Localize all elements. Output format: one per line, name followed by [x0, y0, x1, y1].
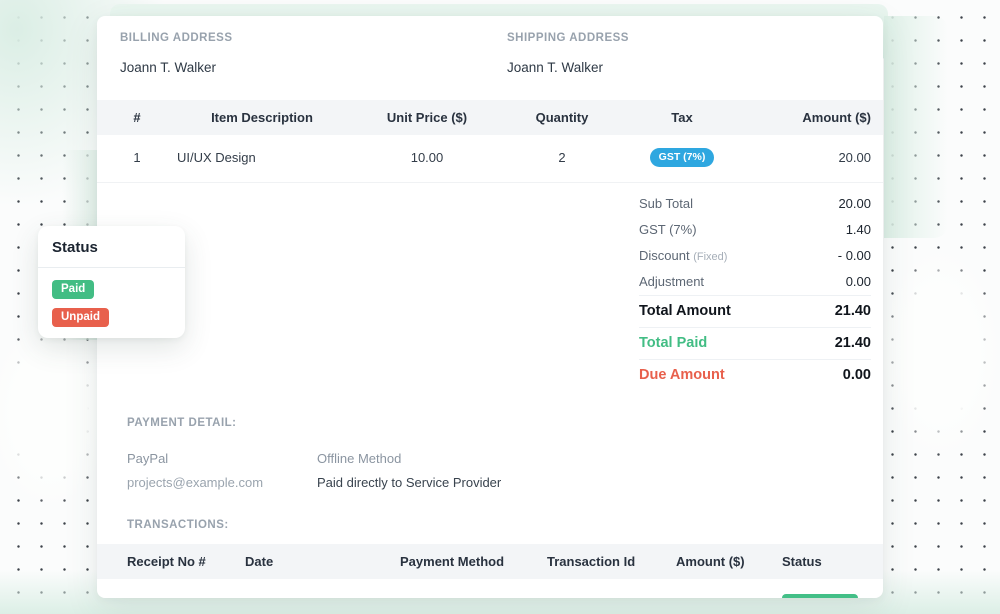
adjustment-value: 0.00 [846, 274, 871, 289]
payment-detail-label: PAYMENT DETAIL: [127, 417, 883, 429]
summary-row-discount: Discount (Fixed) - 0.00 [639, 243, 871, 269]
transaction-status-cell: Successful [782, 579, 883, 598]
adjustment-label: Adjustment [639, 274, 704, 289]
item-description: UI/UX Design [177, 135, 347, 183]
status-filter-card: Status Paid Unpaid [38, 226, 185, 338]
summary-row-subtotal: Sub Total 20.00 [639, 191, 871, 217]
payment-method-name: PayPal [127, 451, 317, 466]
total-amount-value: 21.40 [835, 303, 871, 319]
transaction-status-badge: Successful [782, 594, 858, 598]
gst-label: GST (7%) [639, 222, 697, 237]
col-header-quantity: Quantity [507, 100, 617, 135]
total-paid-value: 21.40 [835, 335, 871, 351]
col-header-amount: Amount ($) [747, 100, 883, 135]
col-header-tax: Tax [617, 100, 747, 135]
col-header-receipt-no: Receipt No # [97, 544, 245, 579]
payment-detail-section: PAYMENT DETAIL: PayPal projects@example.… [97, 391, 883, 490]
invoice-summary: Sub Total 20.00 GST (7%) 1.40 Discount (… [639, 191, 871, 391]
discount-value: - 0.00 [838, 248, 871, 263]
due-amount-label: Due Amount [639, 367, 725, 383]
item-amount: 20.00 [747, 135, 883, 183]
discount-label: Discount [639, 248, 690, 263]
item-number: 1 [97, 135, 177, 183]
transactions-table: Receipt No # Date Payment Method Transac… [97, 544, 883, 598]
transactions-section: TRANSACTIONS: Receipt No # Date Payment … [97, 519, 883, 598]
col-header-payment-method: Payment Method [400, 544, 547, 579]
transaction-amount: 21.40 [676, 579, 782, 598]
item-quantity: 2 [507, 135, 617, 183]
summary-row-total-paid: Total Paid 21.40 [639, 327, 871, 359]
paid-status-badge[interactable]: Paid [52, 280, 94, 299]
shipping-address-label: SHIPPING ADDRESS [507, 32, 629, 44]
summary-row-adjustment: Adjustment 0.00 [639, 269, 871, 295]
transaction-date: 2024-02-07 13:50 [245, 579, 400, 598]
unpaid-status-badge[interactable]: Unpaid [52, 308, 109, 327]
subtotal-value: 20.00 [838, 196, 871, 211]
billing-address-block: BILLING ADDRESS Joann T. Walker [120, 32, 507, 75]
col-header-transaction-id: Transaction Id [547, 544, 676, 579]
summary-row-due-amount: Due Amount 0.00 [639, 359, 871, 391]
transactions-label: TRANSACTIONS: [97, 519, 883, 531]
transaction-id [547, 579, 676, 598]
item-unit-price: 10.00 [347, 135, 507, 183]
items-table: # Item Description Unit Price ($) Quanti… [97, 100, 883, 183]
offline-method-text: Paid directly to Service Provider [317, 475, 501, 490]
invoice-card: BILLING ADDRESS Joann T. Walker SHIPPING… [97, 16, 883, 598]
addresses-section: BILLING ADDRESS Joann T. Walker SHIPPING… [97, 16, 883, 75]
shipping-address-name: Joann T. Walker [507, 60, 629, 75]
transactions-header-row: Receipt No # Date Payment Method Transac… [97, 544, 883, 579]
discount-type-suffix: (Fixed) [693, 251, 727, 263]
due-amount-value: 0.00 [843, 367, 871, 383]
receipt-number-link[interactable]: PAY-000032 [127, 597, 198, 598]
item-row: 1 UI/UX Design 10.00 2 GST (7%) 20.00 [97, 135, 883, 183]
transaction-payment-method: PayPal [400, 579, 547, 598]
summary-row-total-amount: Total Amount 21.40 [639, 295, 871, 327]
offline-method-label: Offline Method [317, 451, 501, 466]
gst-tax-badge: GST (7%) [650, 148, 715, 167]
transaction-row: PAY-000032 2024-02-07 13:50 PayPal 21.40… [97, 579, 883, 598]
col-header-description: Item Description [177, 100, 347, 135]
subtotal-label: Sub Total [639, 196, 693, 211]
col-header-tx-amount: Amount ($) [676, 544, 782, 579]
offline-method-block: Offline Method Paid directly to Service … [317, 451, 501, 490]
payment-method-account: projects@example.com [127, 475, 317, 490]
col-header-unit-price: Unit Price ($) [347, 100, 507, 135]
status-card-title: Status [38, 226, 185, 267]
col-header-status: Status [782, 544, 883, 579]
item-tax-cell: GST (7%) [617, 135, 747, 183]
col-header-date: Date [245, 544, 400, 579]
billing-address-name: Joann T. Walker [120, 60, 507, 75]
items-table-header-row: # Item Description Unit Price ($) Quanti… [97, 100, 883, 135]
billing-address-label: BILLING ADDRESS [120, 32, 507, 44]
gst-value: 1.40 [846, 222, 871, 237]
payment-method-block: PayPal projects@example.com [127, 451, 317, 490]
shipping-address-block: SHIPPING ADDRESS Joann T. Walker [507, 32, 629, 75]
total-paid-label: Total Paid [639, 335, 707, 351]
summary-row-gst: GST (7%) 1.40 [639, 217, 871, 243]
total-amount-label: Total Amount [639, 303, 731, 319]
col-header-number: # [97, 100, 177, 135]
